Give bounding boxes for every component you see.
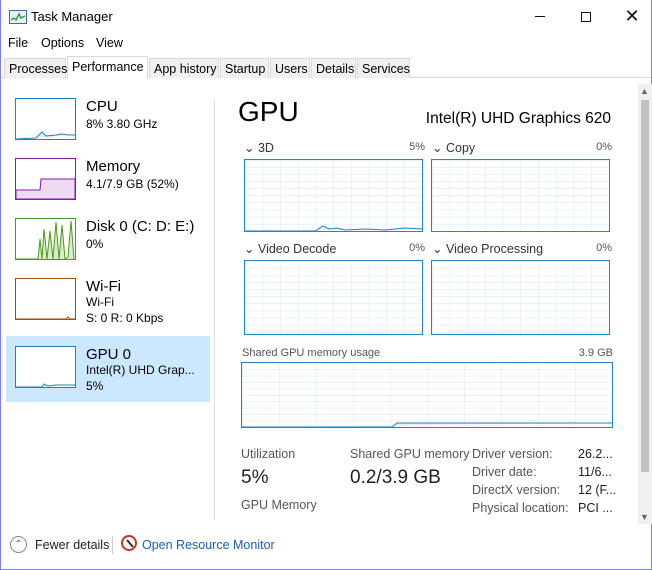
close-icon: ✕ xyxy=(624,6,640,26)
tab-processes[interactable]: Processes xyxy=(4,58,67,78)
cpu-stats: 8% 3.80 GHz xyxy=(86,117,158,131)
wifi-adapter: Wi-Fi xyxy=(86,295,114,309)
task-manager-icon xyxy=(9,10,27,24)
menu-file[interactable]: File xyxy=(8,36,28,50)
engine-copy-label[interactable]: ⌄ Copy xyxy=(432,140,475,155)
perf-sidebar: CPU 8% 3.80 GHz Memory 4.1/7.9 GB (52%) … xyxy=(6,88,211,528)
collapse-chevron-icon[interactable]: ⌃ xyxy=(10,536,27,553)
menu-view[interactable]: View xyxy=(96,36,123,50)
gpu-usage-short: 5% xyxy=(86,379,104,393)
memory-label: Memory xyxy=(86,158,141,175)
chevron-down-icon: ⌄ xyxy=(432,141,443,155)
tab-users[interactable]: Users xyxy=(270,58,310,78)
menu-options[interactable]: Options xyxy=(41,36,84,50)
engine-3d-graph xyxy=(244,159,423,232)
physical-location-label: Physical location: xyxy=(472,501,569,515)
title-bar: Task Manager ✕ xyxy=(1,0,651,33)
memory-thumbnail xyxy=(15,158,76,200)
sidebar-item-wifi[interactable]: Wi-Fi Wi-Fi S: 0 R: 0 Kbps xyxy=(6,268,210,334)
chevron-down-icon: ⌄ xyxy=(244,242,255,256)
gpu-memory-label: GPU Memory xyxy=(241,498,317,512)
utilization-value: 5% xyxy=(241,467,269,488)
scroll-down-icon[interactable]: ▼ xyxy=(640,512,649,522)
wifi-label: Wi-Fi xyxy=(86,278,121,295)
engine-copy-value: 0% xyxy=(596,141,612,153)
menu-bar: File Options View xyxy=(1,33,651,54)
shared-gpu-memory-value: 0.2/3.9 GB xyxy=(350,467,441,488)
physical-location-value: PCI ... xyxy=(578,501,613,515)
sidebar-item-disk[interactable]: Disk 0 (C: D: E:) 0% xyxy=(6,208,210,274)
tab-services[interactable]: Services xyxy=(357,58,410,78)
engine-video-decode-graph xyxy=(244,260,423,335)
driver-date-value: 11/6... xyxy=(578,465,612,479)
disk-stats: 0% xyxy=(86,237,104,251)
directx-version-value: 12 (F... xyxy=(578,483,617,497)
memory-stats: 4.1/7.9 GB (52%) xyxy=(86,177,179,191)
vertical-scrollbar[interactable]: ▲ ▼ xyxy=(638,84,652,524)
engine-3d-value: 5% xyxy=(409,141,425,153)
driver-version-label: Driver version: xyxy=(472,447,553,461)
gpu-label: GPU 0 xyxy=(86,346,132,363)
tab-strip: Processes Performance App history Startu… xyxy=(1,56,651,79)
chevron-down-icon: ⌄ xyxy=(244,141,255,155)
tab-startup[interactable]: Startup xyxy=(220,58,269,78)
tab-performance[interactable]: Performance xyxy=(67,56,148,79)
engine-video-decode-label[interactable]: ⌄ Video Decode xyxy=(244,241,336,256)
footer-separator xyxy=(112,536,113,554)
gpu-model-short: Intel(R) UHD Grap... xyxy=(86,363,195,377)
shared-memory-max: 3.9 GB xyxy=(578,347,613,359)
cpu-label: CPU xyxy=(86,98,118,115)
chevron-down-icon: ⌄ xyxy=(432,242,443,256)
close-button[interactable]: ✕ xyxy=(609,0,652,33)
engine-copy-graph xyxy=(431,159,610,232)
minimize-icon xyxy=(535,16,545,17)
driver-date-label: Driver date: xyxy=(472,465,537,479)
pane-divider xyxy=(214,100,215,520)
sidebar-item-memory[interactable]: Memory 4.1/7.9 GB (52%) xyxy=(6,148,210,214)
gpu-model: Intel(R) UHD Graphics 620 xyxy=(425,110,611,127)
scroll-up-icon[interactable]: ▲ xyxy=(640,86,649,96)
window-title: Task Manager xyxy=(31,9,113,24)
shared-memory-graph xyxy=(241,362,613,428)
maximize-icon xyxy=(581,11,591,22)
disk-thumbnail xyxy=(15,218,76,260)
open-resource-monitor-link[interactable]: Open Resource Monitor xyxy=(142,538,275,552)
maximize-button[interactable] xyxy=(563,0,609,33)
page-title: GPU xyxy=(238,96,299,127)
scroll-thumb[interactable] xyxy=(641,100,649,472)
engine-video-processing-label[interactable]: ⌄ Video Processing xyxy=(432,241,543,256)
task-manager-window: Task Manager ✕ File Options View Process… xyxy=(0,0,652,570)
wifi-thumbnail xyxy=(15,278,76,320)
tab-app-history[interactable]: App history xyxy=(149,58,219,78)
cpu-thumbnail xyxy=(15,98,76,140)
fewer-details-link[interactable]: Fewer details xyxy=(35,538,109,552)
utilization-label: Utilization xyxy=(241,447,296,461)
driver-version-value: 26.2... xyxy=(578,447,613,461)
gpu-thumbnail xyxy=(15,346,76,388)
engine-video-decode-value: 0% xyxy=(409,242,425,254)
engine-video-processing-graph xyxy=(431,260,610,335)
disk-label: Disk 0 (C: D: E:) xyxy=(86,218,195,235)
minimize-button[interactable] xyxy=(517,0,563,33)
footer: ⌃ Fewer details Open Resource Monitor xyxy=(1,530,651,560)
engine-video-processing-value: 0% xyxy=(596,242,612,254)
sidebar-item-cpu[interactable]: CPU 8% 3.80 GHz xyxy=(6,88,210,154)
directx-version-label: DirectX version: xyxy=(472,483,561,497)
sidebar-item-gpu[interactable]: GPU 0 Intel(R) UHD Grap... 5% xyxy=(6,336,210,402)
shared-memory-label: Shared GPU memory usage xyxy=(242,347,381,359)
resource-monitor-icon xyxy=(121,535,137,551)
engine-3d-label[interactable]: ⌄ 3D xyxy=(244,140,274,155)
shared-gpu-memory-label: Shared GPU memory xyxy=(350,447,470,461)
wifi-throughput: S: 0 R: 0 Kbps xyxy=(86,311,164,325)
tab-details[interactable]: Details xyxy=(311,58,356,78)
